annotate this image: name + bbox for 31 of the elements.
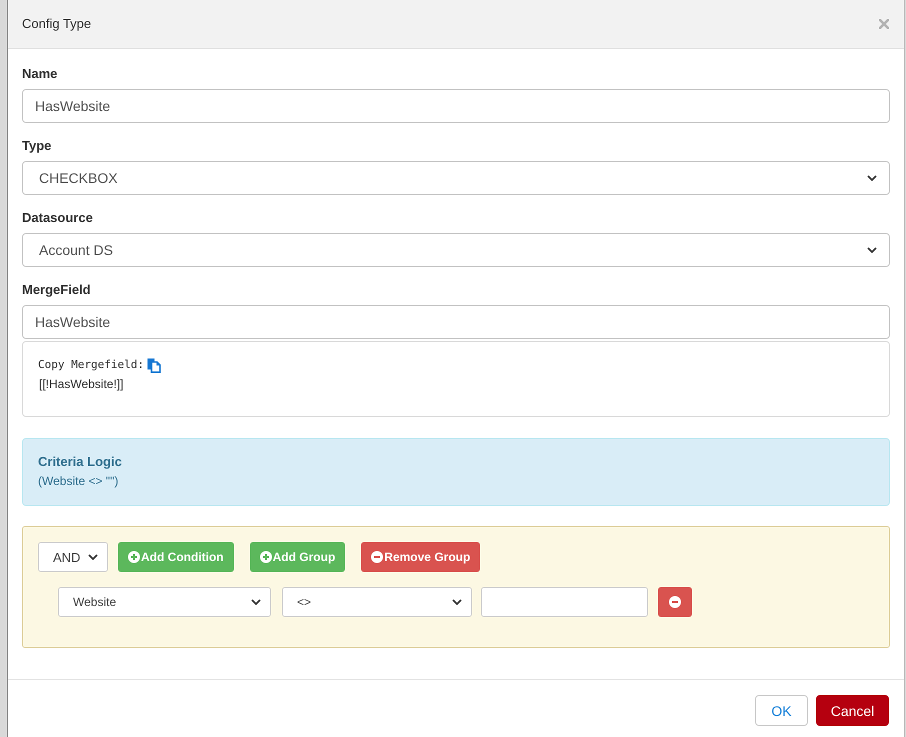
chevron-down-icon — [867, 247, 877, 253]
type-select[interactable]: CHECKBOX — [22, 161, 890, 195]
mergefield-token: [[!HasWebsite!]] — [39, 376, 124, 393]
rule-field-select[interactable]: Website — [58, 587, 271, 617]
criteria-expression: (Website <> "") — [38, 473, 118, 490]
minus-circle-icon — [371, 551, 384, 563]
remove-group-button[interactable]: Remove Group — [361, 542, 480, 572]
field-label: Datasource — [22, 209, 93, 227]
plus-circle-icon — [128, 551, 140, 563]
rule-value-input[interactable] — [481, 587, 648, 617]
chevron-down-icon — [251, 599, 261, 605]
minus-circle-icon — [669, 596, 681, 608]
remove-rule-button[interactable] — [658, 587, 692, 617]
mergefield-input[interactable]: HasWebsite — [22, 305, 890, 339]
cancel-button[interactable]: Cancel — [816, 695, 889, 726]
copy-mergefield-label: Copy Mergefield: — [38, 357, 144, 373]
conjunction-select[interactable]: AND — [38, 542, 108, 572]
field-label: MergeField — [22, 281, 91, 299]
dialog-title: Config Type — [22, 15, 92, 33]
name-input[interactable]: HasWebsite — [22, 89, 890, 123]
chevron-down-icon — [452, 599, 462, 605]
chevron-down-icon — [88, 554, 98, 560]
datasource-select[interactable]: Account DS — [22, 233, 890, 267]
rule-operator-select[interactable]: <> — [282, 587, 472, 617]
field-label: Name — [22, 65, 58, 83]
chevron-down-icon — [867, 175, 877, 181]
field-label: Type — [22, 137, 52, 155]
criteria-logic-title: Criteria Logic — [38, 453, 122, 471]
copy-icon[interactable] — [146, 358, 161, 372]
ok-button[interactable]: OK — [755, 695, 808, 726]
plus-circle-icon — [260, 551, 272, 563]
